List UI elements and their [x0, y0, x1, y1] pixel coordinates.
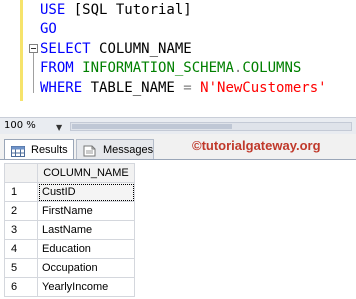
code-token: [SQL Tutorial]	[73, 2, 192, 18]
scrollbar-thumb[interactable]	[72, 124, 232, 129]
row-number[interactable]: 5	[4, 258, 38, 278]
chevron-down-icon[interactable]: ▼	[56, 121, 62, 134]
code-token: COLUMN_NAME	[99, 41, 192, 57]
zoom-value: 100 %	[4, 120, 36, 131]
zoom-select[interactable]: 100 % ▼	[4, 119, 68, 132]
tab-messages[interactable]: Messages	[76, 139, 154, 159]
code-token: SELECT	[40, 41, 100, 57]
grid-corner[interactable]	[4, 163, 38, 183]
table-cell[interactable]: YearlyIncome	[37, 277, 135, 297]
row-number[interactable]: 2	[4, 201, 38, 221]
table-cell[interactable]: CustID	[37, 182, 135, 202]
tab-results[interactable]: Results	[4, 139, 74, 159]
code-token: N'NewCustomers'	[200, 80, 327, 96]
code-token: USE	[40, 2, 74, 18]
code-token: INFORMATION_SCHEMA	[82, 60, 234, 76]
code-token: COLUMNS	[242, 60, 302, 76]
table-row[interactable]: 2 FirstName	[4, 201, 135, 221]
outline-guide	[33, 53, 34, 93]
collapse-toggle-icon[interactable]	[29, 44, 38, 53]
table-cell[interactable]: Education	[37, 239, 135, 259]
watermark: ©tutorialgateway.org	[192, 138, 321, 153]
table-row[interactable]: 1 CustID	[4, 182, 135, 202]
row-number[interactable]: 3	[4, 220, 38, 240]
table-row[interactable]: 3 LastName	[4, 220, 135, 240]
code-line[interactable]: FROM INFORMATION_SCHEMA.COLUMNS	[40, 58, 301, 78]
code-line[interactable]: GO	[40, 19, 57, 39]
code-token: WHERE	[40, 80, 91, 96]
column-header[interactable]: COLUMN_NAME	[37, 163, 135, 183]
row-number[interactable]: 6	[4, 277, 38, 297]
tab-messages-label: Messages	[103, 144, 154, 156]
results-table: COLUMN_NAME 1 CustID 2 FirstName 3 LastName 4 E…	[4, 163, 135, 297]
table-row[interactable]: 4 Education	[4, 239, 135, 259]
row-number[interactable]: 1	[4, 182, 38, 202]
code-line[interactable]: SELECT COLUMN_NAME	[40, 39, 192, 59]
table-row[interactable]: 5 Occupation	[4, 258, 135, 278]
zoom-bar: 100 % ▼	[0, 117, 356, 135]
table-row[interactable]: 6 YearlyIncome	[4, 277, 135, 297]
change-tracking-bar	[20, 0, 23, 101]
code-token: =	[183, 80, 201, 96]
code-token: FROM	[40, 60, 83, 76]
row-number[interactable]: 4	[4, 239, 38, 259]
code-line[interactable]: USE [SQL Tutorial]	[40, 0, 192, 20]
horizontal-scrollbar[interactable]	[70, 122, 352, 131]
code-line[interactable]: WHERE TABLE_NAME = N'NewCustomers'	[40, 78, 327, 98]
table-cell[interactable]: Occupation	[37, 258, 135, 278]
results-grid[interactable]: COLUMN_NAME 1 CustID 2 FirstName 3 LastName 4 E…	[0, 159, 356, 299]
tab-results-label: Results	[31, 144, 68, 156]
sql-editor[interactable]: USE [SQL Tutorial] GO SELECT COLUMN_NAME FR…	[0, 0, 356, 101]
table-cell[interactable]: FirstName	[37, 201, 135, 221]
table-cell[interactable]: LastName	[37, 220, 135, 240]
code-token: TABLE_NAME	[90, 80, 184, 96]
code-token: GO	[40, 21, 57, 37]
